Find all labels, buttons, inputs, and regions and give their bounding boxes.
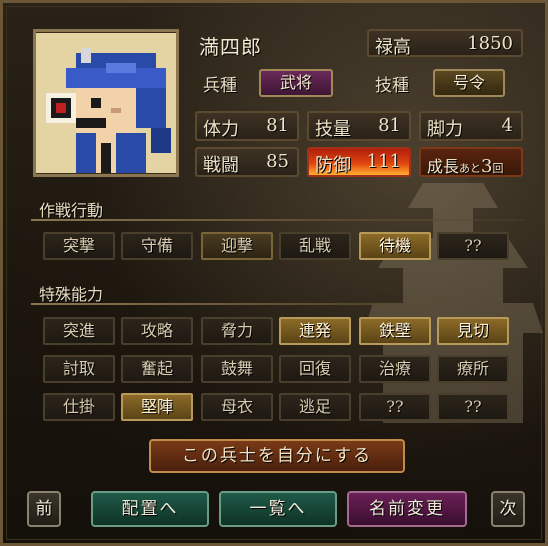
make-own-button[interactable]: この兵士を自分にする (149, 439, 405, 473)
tactic-charge[interactable]: 突撃 (43, 232, 115, 260)
ability-encourage[interactable]: 鼓舞 (201, 355, 273, 383)
rename-button[interactable]: 名前変更 (347, 491, 467, 527)
growth-value: 3 (481, 156, 493, 177)
ninja-portrait-icon (36, 33, 176, 173)
stat-defense: 防御 111 (307, 147, 411, 177)
ability-rapid-fire[interactable]: 連発 (279, 317, 351, 345)
growth-label: 成長 (427, 157, 460, 176)
growth-unit: 回 (492, 162, 504, 175)
deploy-button[interactable]: 配置へ (91, 491, 209, 527)
ability-rush[interactable]: 突進 (43, 317, 115, 345)
stat-attack: 戦闘 85 (195, 147, 299, 177)
ability-horo[interactable]: 母衣 (201, 393, 273, 421)
skill-type-label: 技種 (375, 76, 409, 96)
ability-clinic[interactable]: 療所 (437, 355, 509, 383)
salary-box: 禄高 1850 (367, 29, 523, 58)
tactic-unknown[interactable]: ?? (437, 232, 509, 260)
ability-trap[interactable]: 仕掛 (43, 393, 115, 421)
salary-label: 禄高 (375, 37, 411, 58)
ability-capture[interactable]: 討取 (43, 355, 115, 383)
abilities-title: 特殊能力 (39, 285, 104, 304)
list-button[interactable]: 一覧へ (219, 491, 337, 527)
unit-status-panel: 満四郎 禄高 1850 兵種 武将 技種 号令 体力 81 技量 81 脚力 4 戦闘… (0, 0, 548, 546)
skill-type-value[interactable]: 号令 (433, 69, 505, 97)
tactics-title: 作戦行動 (39, 201, 104, 220)
growth-sub: あと (459, 162, 482, 175)
troop-type-value[interactable]: 武将 (259, 69, 333, 97)
ability-escape[interactable]: 逃足 (279, 393, 351, 421)
ability-intimidate[interactable]: 脅力 (201, 317, 273, 345)
growth-counter: 成長あと3回 (419, 147, 523, 177)
tactic-guard[interactable]: 守備 (121, 232, 193, 260)
unit-name: 満四郎 (199, 35, 262, 59)
ability-siege[interactable]: 攻略 (121, 317, 193, 345)
stat-hp: 体力 81 (195, 111, 299, 141)
troop-type-label: 兵種 (203, 76, 237, 96)
ability-rally[interactable]: 奮起 (121, 355, 193, 383)
ability-unknown-2[interactable]: ?? (437, 393, 509, 421)
ability-fortify[interactable]: 堅陣 (121, 393, 193, 421)
tactics-divider (31, 219, 525, 221)
stat-speed: 脚力 4 (419, 111, 523, 141)
unit-portrait (33, 29, 179, 177)
ability-recover[interactable]: 回復 (279, 355, 351, 383)
salary-value: 1850 (467, 33, 513, 54)
ability-heal[interactable]: 治療 (359, 355, 431, 383)
ability-unknown-1[interactable]: ?? (359, 393, 431, 421)
tactic-intercept[interactable]: 迎撃 (201, 232, 273, 260)
next-button[interactable]: 次 (491, 491, 525, 527)
tactic-wait[interactable]: 待機 (359, 232, 431, 260)
ability-parry[interactable]: 見切 (437, 317, 509, 345)
stat-skill: 技量 81 (307, 111, 411, 141)
ability-iron-wall[interactable]: 鉄壁 (359, 317, 431, 345)
abilities-divider (31, 303, 525, 305)
prev-button[interactable]: 前 (27, 491, 61, 527)
tactic-melee[interactable]: 乱戦 (279, 232, 351, 260)
